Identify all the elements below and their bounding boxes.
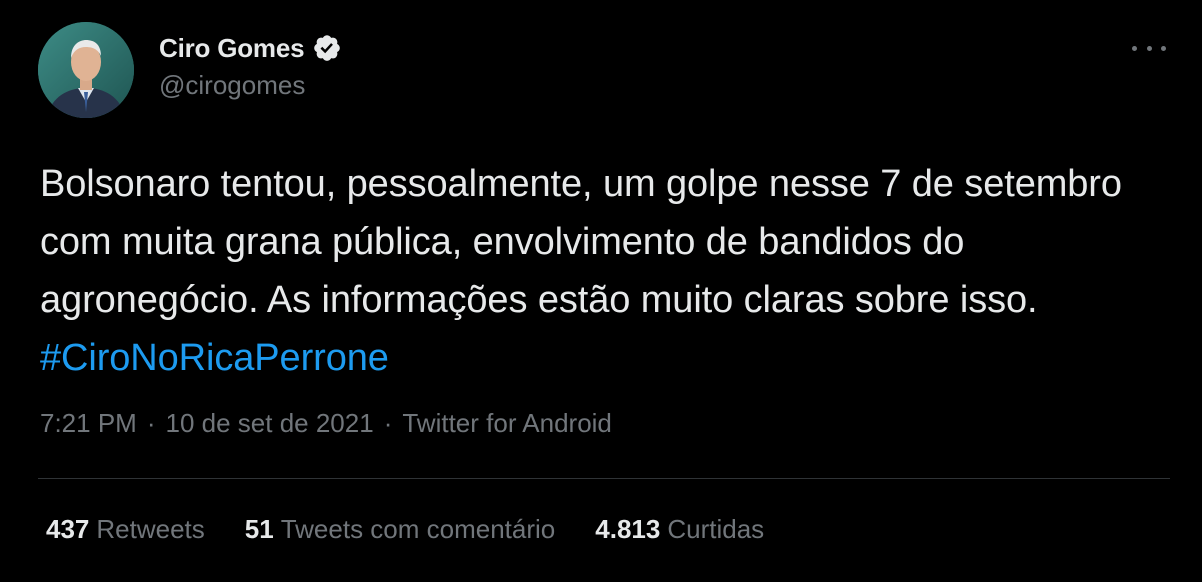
quote-tweets-stat[interactable]: 51 Tweets com comentário bbox=[245, 514, 555, 545]
tweet-text: Bolsonaro tentou, pessoalmente, um golpe… bbox=[40, 155, 1170, 387]
tweet-meta: 7:21 PM · 10 de set de 2021 · Twitter fo… bbox=[40, 408, 612, 439]
more-dot bbox=[1146, 45, 1152, 51]
meta-separator: · bbox=[146, 408, 156, 438]
avatar[interactable] bbox=[38, 22, 134, 118]
display-name[interactable]: Ciro Gomes bbox=[159, 33, 305, 64]
likes-count: 4.813 bbox=[595, 514, 661, 544]
likes-stat[interactable]: 4.813 Curtidas bbox=[595, 514, 764, 545]
author-block: Ciro Gomes @cirogomes bbox=[159, 30, 342, 101]
more-options-icon[interactable] bbox=[1132, 36, 1166, 60]
likes-label: Curtidas bbox=[667, 514, 765, 544]
tweet-card: Ciro Gomes @cirogomes Bolsonaro tentou, … bbox=[0, 0, 1202, 582]
more-dot bbox=[1132, 45, 1137, 51]
avatar-image bbox=[38, 22, 134, 118]
author-name-row: Ciro Gomes bbox=[159, 30, 342, 66]
tweet-time[interactable]: 7:21 PM bbox=[40, 408, 137, 439]
tweet-stats: 437 Retweets 51 Tweets com comentário 4.81… bbox=[46, 514, 804, 545]
retweets-count: 437 bbox=[46, 514, 90, 544]
meta-separator: · bbox=[383, 408, 393, 438]
author-handle[interactable]: @cirogomes bbox=[159, 70, 342, 101]
tweet-date[interactable]: 10 de set de 2021 bbox=[166, 408, 374, 439]
retweets-label: Retweets bbox=[96, 514, 205, 544]
tweet-source[interactable]: Twitter for Android bbox=[402, 408, 612, 439]
divider bbox=[38, 478, 1170, 479]
more-dot bbox=[1161, 45, 1166, 51]
tweet-body: Bolsonaro tentou, pessoalmente, um golpe… bbox=[40, 163, 1122, 321]
quotes-count: 51 bbox=[244, 514, 274, 544]
retweets-stat[interactable]: 437 Retweets bbox=[46, 514, 205, 545]
verified-badge-icon bbox=[312, 33, 342, 63]
quotes-label: Tweets com comentário bbox=[280, 514, 556, 544]
hashtag-link[interactable]: #CiroNoRicaPerrone bbox=[40, 337, 389, 379]
